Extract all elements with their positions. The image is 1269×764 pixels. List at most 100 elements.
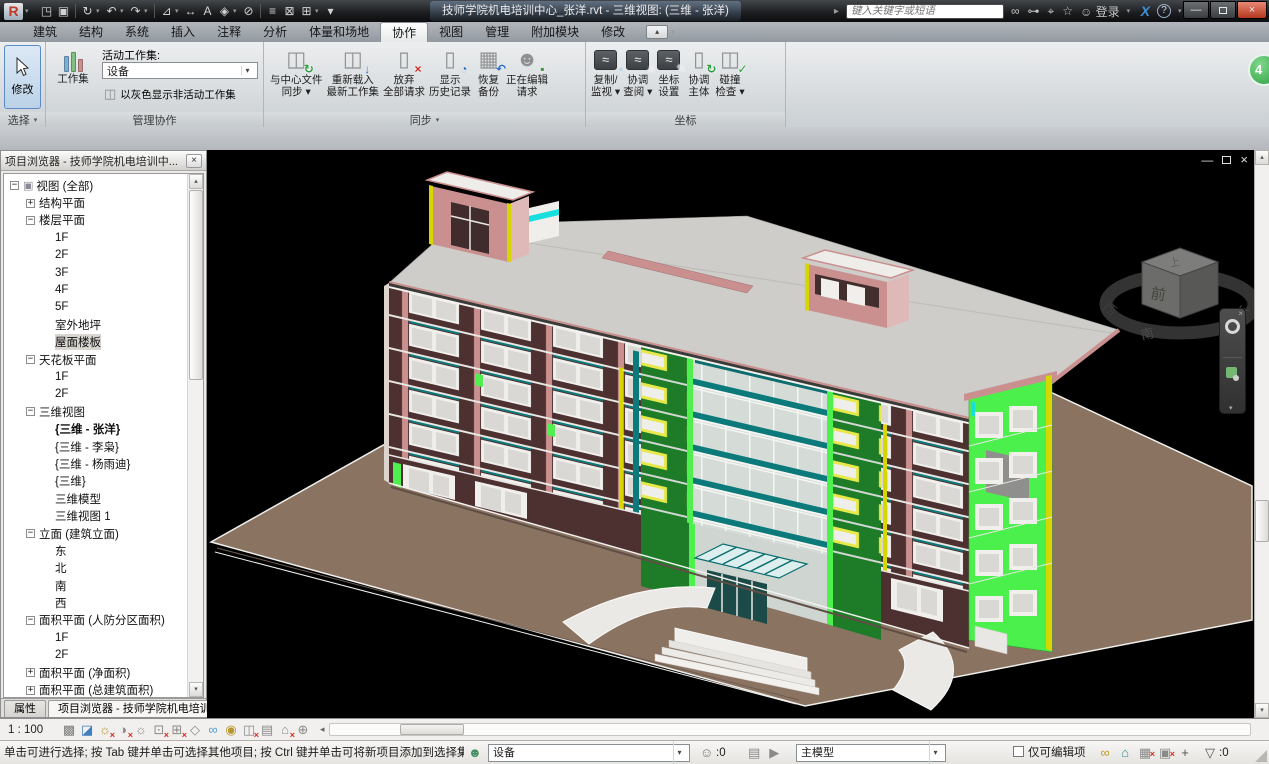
tree-item[interactable]: {三维} xyxy=(6,473,186,490)
thin-lines-icon[interactable]: ≡ xyxy=(264,4,281,18)
interference-check-button[interactable]: ◫✓碰撞检查 ▾ xyxy=(715,42,744,98)
tree-item-label[interactable]: 4F xyxy=(55,284,68,296)
worksharing-glasses-icon[interactable]: ∞ xyxy=(1095,741,1115,764)
minimize-button[interactable]: — xyxy=(1183,1,1209,19)
detail-level-icon[interactable]: ▩ xyxy=(60,722,78,738)
scroll-up-icon[interactable]: ▴ xyxy=(189,174,203,189)
tree-item-label[interactable]: 面积平面 (人防分区面积) xyxy=(39,612,165,628)
tree-item-label[interactable]: 3F xyxy=(55,267,68,279)
favorites-icon[interactable]: ☆ xyxy=(1062,4,1073,18)
expand-icon[interactable]: + xyxy=(26,686,35,695)
tree-item-label[interactable]: 面积平面 (净面积) xyxy=(39,665,130,681)
tree-item[interactable]: +面积平面 (净面积) xyxy=(6,664,186,681)
chevron-down-icon[interactable]: ▾ xyxy=(120,7,127,15)
tree-item-label[interactable]: 南 xyxy=(55,578,67,594)
ribbon-tab[interactable]: 附加模块 xyxy=(520,22,590,42)
worksets-button[interactable]: 工作集 xyxy=(50,44,96,86)
redo-icon[interactable]: ↷ xyxy=(127,4,144,18)
collapse-icon[interactable]: − xyxy=(26,407,35,416)
drawing-vertical-scrollbar[interactable]: ▴ ▾ xyxy=(1254,150,1269,718)
coordination-review-button[interactable]: ≈≡协调查阅 ▾ xyxy=(623,42,652,98)
communication-center-icon[interactable]: ⌖ xyxy=(1048,4,1055,19)
restore-backup-button[interactable]: ▦↶恢复备份 xyxy=(475,42,502,98)
ribbon-tab[interactable]: 管理 xyxy=(474,22,520,42)
chevron-down-icon[interactable]: ▾ xyxy=(233,7,240,15)
coordination-settings-button[interactable]: ≈✎坐标设置 xyxy=(655,42,682,98)
view-scale[interactable]: 1 : 100 xyxy=(8,724,60,736)
tree-item[interactable]: 5F xyxy=(6,299,186,316)
design-options-icon[interactable]: ▤ xyxy=(748,741,760,764)
restore-button[interactable] xyxy=(1210,1,1236,19)
tree-item-label[interactable]: 三维视图 xyxy=(39,404,85,420)
ribbon-tab[interactable]: 协作 xyxy=(380,22,428,42)
tree-item[interactable]: 1F xyxy=(6,629,186,646)
shadows-icon[interactable]: ◑× xyxy=(114,722,132,738)
tree-item-label[interactable]: 立面 (建筑立面) xyxy=(39,526,119,542)
sync-with-central-button[interactable]: ◫↻与中心文件同步 ▾ xyxy=(270,42,323,98)
tree-item[interactable]: −三维视图 xyxy=(6,403,186,420)
collapse-icon[interactable]: − xyxy=(26,529,35,538)
design-option-combobox[interactable]: 主模型 ▾ xyxy=(796,744,946,762)
ribbon-minimize-button[interactable]: ▴ xyxy=(646,25,668,39)
panel-tab[interactable]: 属性 xyxy=(4,700,46,717)
tree-item[interactable]: 2F xyxy=(6,247,186,264)
filter-icon[interactable]: ▽ xyxy=(1205,741,1215,764)
add-to-set-icon[interactable]: ▶ xyxy=(769,741,779,764)
ribbon-tab[interactable]: 插入 xyxy=(160,22,206,42)
scroll-up-icon[interactable]: ▴ xyxy=(1255,150,1269,165)
reveal-hidden-icon[interactable]: ◉ xyxy=(222,722,240,738)
schedule-off-icon[interactable]: ▦× xyxy=(1135,741,1155,764)
chevron-down-icon[interactable]: ▾ xyxy=(1229,404,1233,412)
tree-item-label[interactable]: 东 xyxy=(55,543,67,559)
collapse-icon[interactable]: − xyxy=(26,616,35,625)
collapse-icon[interactable]: − xyxy=(10,181,19,190)
tree-item[interactable]: 南 xyxy=(6,577,186,594)
tree-item[interactable]: {三维 - 张洋} xyxy=(6,420,186,437)
search-icon[interactable]: ∞ xyxy=(1011,4,1020,18)
worksharing-display-icon[interactable]: ◫× xyxy=(240,722,258,738)
editing-requests-button[interactable]: ☻▪正在编辑请求 xyxy=(506,42,548,98)
tree-item-label[interactable]: 屋面楼板 xyxy=(55,334,101,350)
close-icon[interactable]: × xyxy=(186,154,202,168)
tree-item-label[interactable]: 楼层平面 xyxy=(39,212,85,228)
tree-item[interactable]: 1F xyxy=(6,229,186,246)
tree-item-label[interactable]: 5F xyxy=(55,301,68,313)
show-history-button[interactable]: ▯◔显示历史记录 xyxy=(429,42,471,98)
default-3d-view-icon[interactable]: ◈ xyxy=(216,4,233,18)
relinquish-all-button[interactable]: ▯×放弃全部请求 xyxy=(383,42,425,98)
exchange-apps-icon[interactable]: X xyxy=(1141,3,1150,19)
editing-requests-icon[interactable]: ☺ xyxy=(700,741,713,764)
tree-item-label[interactable]: {三维} xyxy=(55,473,86,489)
measure-icon[interactable]: ⊿ xyxy=(158,4,175,18)
tree-item-label[interactable]: 1F xyxy=(55,371,68,383)
ribbon-tab[interactable]: 建筑 xyxy=(22,22,68,42)
ribbon-tab[interactable]: 体量和场地 xyxy=(298,22,380,42)
tree-item[interactable]: −天花板平面 xyxy=(6,351,186,368)
infocenter-toggle-icon[interactable]: ▸ xyxy=(834,6,839,17)
switch-windows-icon[interactable]: ⊞ xyxy=(298,4,315,18)
reload-latest-button[interactable]: ◫↓重新载入最新工作集 xyxy=(327,42,380,98)
expand-icon[interactable]: + xyxy=(26,199,35,208)
tree-item-label[interactable]: 面积平面 (总建筑面积) xyxy=(39,682,153,698)
tree-item[interactable]: 3F xyxy=(6,264,186,281)
checkbox-icon[interactable] xyxy=(1013,746,1024,757)
app-menu-button[interactable]: R ▾ xyxy=(0,0,38,22)
tree-item-label[interactable]: {三维 - 杨雨迪} xyxy=(55,456,130,472)
tree-item[interactable]: −▣视图 (全部) xyxy=(6,177,186,194)
worksets-status-icon[interactable]: ☻ xyxy=(468,741,482,764)
open-icon[interactable]: ◳ xyxy=(38,4,55,18)
tree-item-label[interactable]: {三维 - 李枭} xyxy=(55,439,119,455)
close-icon[interactable]: × xyxy=(1238,309,1243,318)
tree-item-label[interactable]: 室外地坪 xyxy=(55,317,101,333)
active-workset-status-combobox[interactable]: 设备 ▾ xyxy=(488,744,690,762)
browser-scrollbar[interactable]: ▴ ▾ xyxy=(187,174,203,697)
tree-item[interactable]: 4F xyxy=(6,281,186,298)
tree-item[interactable]: 西 xyxy=(6,594,186,611)
sun-path-icon[interactable]: ☼× xyxy=(96,722,114,738)
temporary-hide-isolate-icon[interactable]: ∞ xyxy=(204,722,222,738)
sign-in-button[interactable]: ☺ 登录 xyxy=(1080,3,1120,20)
collapse-icon[interactable]: − xyxy=(26,355,35,364)
chevron-down-icon[interactable]: ▾ xyxy=(671,28,678,36)
view-restore-button[interactable] xyxy=(1222,156,1231,164)
section-icon[interactable]: ⊘ xyxy=(240,4,257,18)
